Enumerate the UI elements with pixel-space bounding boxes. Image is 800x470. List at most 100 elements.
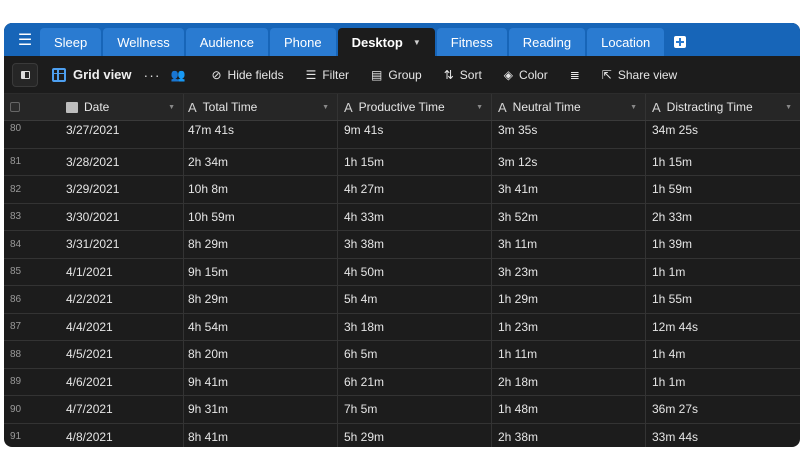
tab-reading[interactable]: Reading: [508, 28, 586, 56]
cell-date[interactable]: 4/6/2021: [54, 368, 184, 395]
cell-distracting-time[interactable]: 1h 1m: [646, 369, 800, 396]
add-table-button[interactable]: [666, 28, 694, 56]
cell-total-time[interactable]: 4h 54m: [184, 313, 338, 340]
cell-productive-time[interactable]: 1h 15m: [338, 148, 492, 175]
table-row[interactable]: 84 3/31/2021 8h 29m 3h 38m 3h 11m 1h 39m: [4, 231, 800, 259]
cell-productive-time[interactable]: 5h 4m: [338, 286, 492, 313]
cell-productive-time[interactable]: 6h 21m: [338, 368, 492, 395]
hamburger-icon[interactable]: ☰: [10, 23, 40, 56]
column-header-date[interactable]: Date ▼: [54, 94, 184, 120]
tab-fitness[interactable]: Fitness: [436, 28, 507, 56]
table-row[interactable]: 89 4/6/2021 9h 41m 6h 21m 2h 18m 1h 1m: [4, 368, 800, 396]
cell-productive-time[interactable]: 5h 29m: [338, 423, 492, 447]
cell-productive-time[interactable]: 3h 18m: [338, 313, 492, 340]
cell-date[interactable]: 3/28/2021: [54, 148, 184, 175]
chevron-down-icon[interactable]: ▼: [322, 104, 329, 111]
chevron-down-icon[interactable]: ▼: [413, 38, 421, 47]
cell-distracting-time[interactable]: 2h 33m: [646, 204, 800, 231]
sidebar-toggle-button[interactable]: [12, 62, 38, 87]
cell-distracting-time[interactable]: 1h 39m: [646, 231, 800, 258]
cell-total-time[interactable]: 9h 41m: [184, 368, 338, 395]
cell-distracting-time[interactable]: 33m 44s: [646, 424, 800, 448]
cell-total-time[interactable]: 2h 34m: [184, 148, 338, 175]
tab-location[interactable]: Location: [587, 28, 665, 56]
cell-distracting-time[interactable]: 1h 15m: [646, 149, 800, 176]
cell-total-time[interactable]: 8h 41m: [184, 423, 338, 447]
cell-distracting-time[interactable]: 1h 55m: [646, 286, 800, 313]
cell-total-time[interactable]: 8h 20m: [184, 341, 338, 368]
cell-productive-time[interactable]: 9m 41s: [338, 121, 492, 148]
color-button[interactable]: ◈ Color: [504, 68, 548, 82]
row-height-button[interactable]: ≣: [570, 68, 580, 82]
cell-neutral-time[interactable]: 1h 48m: [492, 396, 646, 423]
cell-neutral-time[interactable]: 1h 23m: [492, 313, 646, 340]
cell-productive-time[interactable]: 4h 50m: [338, 258, 492, 285]
cell-total-time[interactable]: 8h 29m: [184, 286, 338, 313]
table-row[interactable]: 80 3/27/2021 47m 41s 9m 41s 3m 35s 34m 25s: [4, 121, 800, 149]
cell-productive-time[interactable]: 6h 5m: [338, 341, 492, 368]
sort-button[interactable]: ⇅ Sort: [444, 68, 482, 82]
chevron-down-icon[interactable]: ▼: [476, 104, 483, 111]
cell-date[interactable]: 3/30/2021: [54, 203, 184, 230]
cell-date[interactable]: 4/8/2021: [54, 423, 184, 447]
cell-distracting-time[interactable]: 36m 27s: [646, 396, 800, 423]
table-row[interactable]: 88 4/5/2021 8h 20m 6h 5m 1h 11m 1h 4m: [4, 341, 800, 369]
tab-sleep[interactable]: Sleep: [40, 28, 102, 56]
cell-date[interactable]: 4/4/2021: [54, 313, 184, 340]
tab-desktop[interactable]: Desktop ▼: [337, 28, 435, 56]
cell-productive-time[interactable]: 3h 38m: [338, 231, 492, 258]
view-switcher[interactable]: Grid view: [52, 67, 132, 82]
table-row[interactable]: 85 4/1/2021 9h 15m 4h 50m 3h 23m 1h 1m: [4, 258, 800, 286]
cell-neutral-time[interactable]: 3h 23m: [492, 258, 646, 285]
hide-fields-button[interactable]: ⊘ Hide fields: [211, 68, 283, 82]
cell-neutral-time[interactable]: 1h 29m: [492, 286, 646, 313]
cell-productive-time[interactable]: 7h 5m: [338, 396, 492, 423]
chevron-down-icon[interactable]: ▼: [168, 104, 175, 111]
table-row[interactable]: 83 3/30/2021 10h 59m 4h 33m 3h 52m 2h 33m: [4, 203, 800, 231]
cell-neutral-time[interactable]: 2h 38m: [492, 423, 646, 447]
cell-distracting-time[interactable]: 12m 44s: [646, 314, 800, 341]
table-row[interactable]: 90 4/7/2021 9h 31m 7h 5m 1h 48m 36m 27s: [4, 396, 800, 424]
cell-date[interactable]: 4/1/2021: [54, 258, 184, 285]
cell-total-time[interactable]: 9h 31m: [184, 396, 338, 423]
cell-date[interactable]: 3/27/2021: [54, 121, 184, 148]
cell-total-time[interactable]: 8h 29m: [184, 231, 338, 258]
chevron-down-icon[interactable]: ▼: [785, 104, 792, 111]
table-row[interactable]: 87 4/4/2021 4h 54m 3h 18m 1h 23m 12m 44s: [4, 313, 800, 341]
cell-distracting-time[interactable]: 1h 59m: [646, 176, 800, 203]
table-row[interactable]: 81 3/28/2021 2h 34m 1h 15m 3m 12s 1h 15m: [4, 148, 800, 176]
select-all-checkbox[interactable]: [10, 102, 20, 112]
cell-neutral-time[interactable]: 3m 35s: [492, 121, 646, 148]
cell-neutral-time[interactable]: 3h 52m: [492, 203, 646, 230]
column-header-productive-time[interactable]: A Productive Time ▼: [338, 94, 492, 120]
column-header-distracting-time[interactable]: A Distracting Time ▼: [646, 94, 800, 120]
column-header-neutral-time[interactable]: A Neutral Time ▼: [492, 94, 646, 120]
cell-date[interactable]: 4/7/2021: [54, 396, 184, 423]
table-row[interactable]: 82 3/29/2021 10h 8m 4h 27m 3h 41m 1h 59m: [4, 176, 800, 204]
cell-neutral-time[interactable]: 3m 12s: [492, 148, 646, 175]
group-button[interactable]: ▤ Group: [371, 68, 422, 82]
cell-distracting-time[interactable]: 34m 25s: [646, 121, 800, 148]
cell-date[interactable]: 3/29/2021: [54, 176, 184, 203]
column-header-total-time[interactable]: A Total Time ▼: [184, 94, 338, 120]
share-view-button[interactable]: ⇱ Share view: [602, 68, 677, 82]
filter-button[interactable]: ☰ Filter: [306, 68, 349, 82]
collaborators-icon[interactable]: 👥: [171, 68, 186, 82]
cell-distracting-time[interactable]: 1h 1m: [646, 259, 800, 286]
cell-date[interactable]: 3/31/2021: [54, 231, 184, 258]
cell-productive-time[interactable]: 4h 27m: [338, 176, 492, 203]
cell-neutral-time[interactable]: 1h 11m: [492, 341, 646, 368]
cell-total-time[interactable]: 9h 15m: [184, 258, 338, 285]
chevron-down-icon[interactable]: ▼: [630, 104, 637, 111]
select-all-cell[interactable]: [4, 94, 54, 120]
more-options-button[interactable]: ···: [144, 67, 161, 83]
tab-audience[interactable]: Audience: [185, 28, 268, 56]
table-row[interactable]: 91 4/8/2021 8h 41m 5h 29m 2h 38m 33m 44s: [4, 423, 800, 448]
cell-date[interactable]: 4/2/2021: [54, 286, 184, 313]
cell-distracting-time[interactable]: 1h 4m: [646, 341, 800, 368]
cell-productive-time[interactable]: 4h 33m: [338, 203, 492, 230]
tab-phone[interactable]: Phone: [269, 28, 336, 56]
cell-neutral-time[interactable]: 3h 11m: [492, 231, 646, 258]
cell-date[interactable]: 4/5/2021: [54, 341, 184, 368]
tab-wellness[interactable]: Wellness: [103, 28, 184, 56]
